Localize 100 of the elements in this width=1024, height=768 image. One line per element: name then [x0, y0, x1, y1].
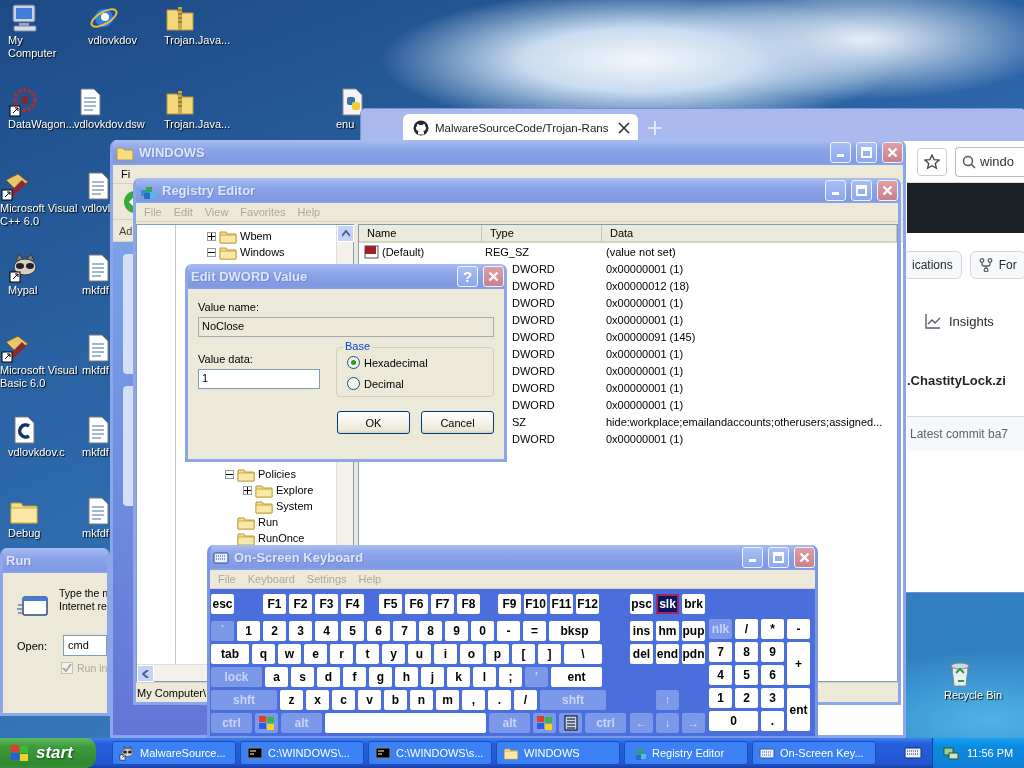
key-cap[interactable]: 4: [709, 665, 732, 685]
key-cap[interactable]: 2: [263, 621, 286, 641]
key-cap[interactable]: bksp: [549, 621, 600, 641]
key-cap[interactable]: 6: [761, 665, 784, 685]
expand-toggle[interactable]: [207, 247, 216, 257]
key-cap[interactable]: F7: [431, 594, 454, 614]
key-cap[interactable]: m: [436, 690, 459, 710]
key-cap[interactable]: ,: [462, 690, 485, 710]
key-cap[interactable]: 1: [237, 621, 260, 641]
scroll-up-button[interactable]: [337, 225, 354, 242]
key-cap[interactable]: 6: [367, 621, 390, 641]
command-field[interactable]: cmd: [63, 635, 107, 656]
raccoon-icon[interactable]: [8, 252, 40, 284]
taskbar-button[interactable]: C:\WINDOWS\...: [240, 741, 364, 765]
key-cap[interactable]: 8: [419, 621, 442, 641]
expand-toggle[interactable]: [225, 469, 234, 479]
key-cap[interactable]: pup: [682, 621, 705, 641]
key-cap[interactable]: 2: [735, 688, 758, 708]
key-cap[interactable]: slk: [656, 594, 679, 614]
key-cap[interactable]: a: [265, 667, 288, 687]
key-cap[interactable]: pdn: [682, 644, 705, 664]
key-cap[interactable]: u: [408, 644, 431, 664]
key-cap[interactable]: 7: [393, 621, 416, 641]
key-cap[interactable]: F3: [315, 594, 338, 614]
bookmark-button[interactable]: [917, 147, 947, 176]
column-header[interactable]: Type: [482, 225, 602, 241]
key-cap[interactable]: -: [497, 621, 520, 641]
key-cap[interactable]: g: [369, 667, 392, 687]
key-cap[interactable]: ent: [787, 688, 810, 731]
key-cap[interactable]: j: [421, 667, 444, 687]
key-cap[interactable]: l: [473, 667, 496, 687]
key-cap[interactable]: +: [787, 642, 810, 685]
browser-tab[interactable]: MalwareSourceCode/Trojan-Rans: [403, 114, 639, 141]
start-button[interactable]: start: [0, 738, 96, 768]
key-cap[interactable]: 5: [735, 665, 758, 685]
key-cap[interactable]: 3: [761, 688, 784, 708]
page-button[interactable]: For: [969, 251, 1024, 279]
tree-item[interactable]: Run: [258, 516, 279, 528]
key-cap[interactable]: ins: [630, 621, 653, 641]
key-cap[interactable]: s: [291, 667, 314, 687]
key-cap[interactable]: /: [514, 690, 537, 710]
key-cap[interactable]: w: [278, 644, 301, 664]
expand-toggle[interactable]: [243, 485, 252, 495]
scroll-left-button[interactable]: [137, 665, 154, 682]
key-cap[interactable]: F2: [289, 594, 312, 614]
key-cap[interactable]: F4: [341, 594, 364, 614]
tree-item[interactable]: Windows: [240, 246, 285, 258]
key-cap[interactable]: 0: [709, 711, 758, 731]
key-cap[interactable]: brk: [682, 594, 705, 614]
windows-key[interactable]: [255, 713, 278, 733]
key-cap[interactable]: F1: [263, 594, 286, 614]
radio-circle[interactable]: [347, 356, 360, 369]
key-cap[interactable]: hm: [656, 621, 679, 641]
dialog-button[interactable]: OK: [337, 411, 410, 434]
key-cap[interactable]: .: [761, 711, 784, 731]
key-cap[interactable]: v: [358, 690, 381, 710]
close-button[interactable]: [877, 180, 898, 201]
key-cap[interactable]: F12: [576, 594, 599, 614]
insights-tab[interactable]: Insights: [925, 313, 1024, 329]
key-cap[interactable]: del: [630, 644, 653, 664]
key-cap[interactable]: F10: [524, 594, 547, 614]
key-cap[interactable]: .: [488, 690, 511, 710]
close-button[interactable]: [483, 266, 504, 287]
key-cap[interactable]: t: [356, 644, 379, 664]
column-header[interactable]: Data: [602, 225, 897, 241]
key-cap[interactable]: *: [761, 619, 784, 639]
key-cap[interactable]: 9: [761, 642, 784, 662]
column-header[interactable]: Name: [359, 225, 482, 241]
taskbar-button[interactable]: Registry Editor: [624, 741, 748, 765]
key-cap[interactable]: [: [512, 644, 535, 664]
dialog-button[interactable]: Cancel: [421, 411, 494, 434]
key-cap[interactable]: tab: [211, 644, 249, 664]
key-cap[interactable]: n: [410, 690, 433, 710]
key-cap[interactable]: h: [395, 667, 418, 687]
key-cap[interactable]: F11: [550, 594, 573, 614]
menu-key[interactable]: [559, 713, 582, 733]
taskbar-button[interactable]: On-Screen Key...: [752, 741, 876, 765]
key-cap[interactable]: 4: [315, 621, 338, 641]
expand-toggle[interactable]: [207, 231, 216, 241]
key-cap[interactable]: q: [252, 644, 275, 664]
tree-item[interactable]: RunOnce: [258, 532, 305, 544]
key-cap[interactable]: F9: [498, 594, 521, 614]
taskbar-button[interactable]: C:\WINDOWS\s...: [368, 741, 492, 765]
value-data-field[interactable]: 1: [198, 369, 320, 389]
tree-item[interactable]: Wbem: [240, 230, 272, 242]
key-cap[interactable]: =: [523, 621, 546, 641]
key-cap[interactable]: ;: [499, 667, 522, 687]
tree-item[interactable]: Policies: [258, 468, 296, 480]
close-button[interactable]: [794, 547, 815, 568]
key-cap[interactable]: esc: [211, 594, 234, 614]
key-cap[interactable]: i: [434, 644, 457, 664]
key-cap[interactable]: -: [787, 619, 810, 639]
key-cap[interactable]: p: [486, 644, 509, 664]
taskbar-button[interactable]: MalwareSource...: [112, 741, 236, 765]
radio-circle[interactable]: [347, 377, 360, 390]
key-cap[interactable]: 9: [445, 621, 468, 641]
key-cap[interactable]: o: [460, 644, 483, 664]
key-cap[interactable]: y: [382, 644, 405, 664]
key-cap[interactable]: \: [564, 644, 602, 664]
radio-button[interactable]: Hexadecimal: [347, 356, 483, 369]
